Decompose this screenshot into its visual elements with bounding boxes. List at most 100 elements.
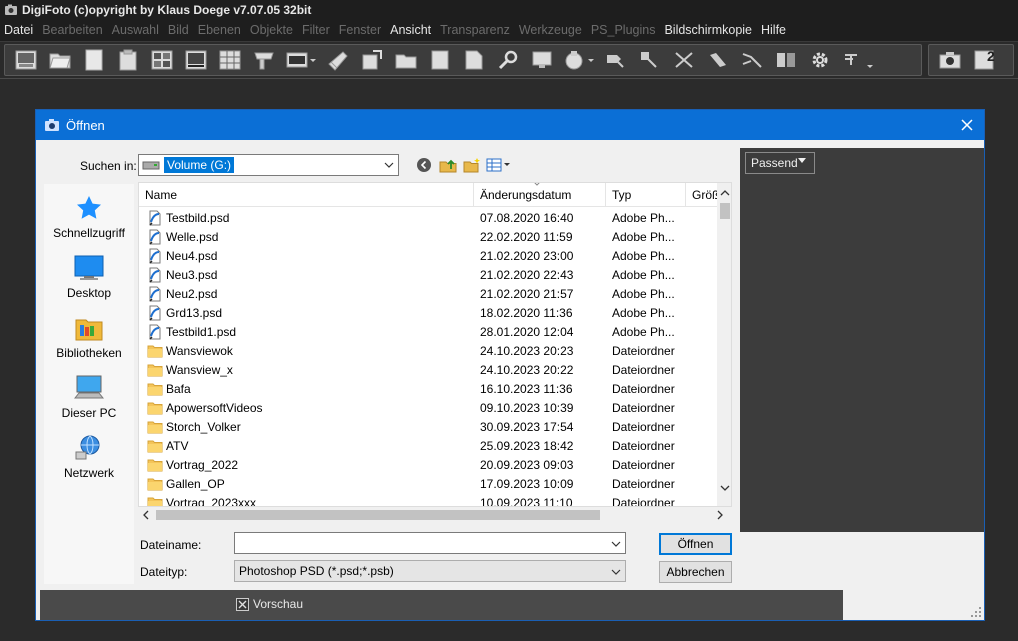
film-strip-button[interactable] bbox=[281, 46, 321, 74]
vertical-scrollbar[interactable] bbox=[717, 183, 731, 506]
column-header-size[interactable]: Größe bbox=[686, 183, 717, 207]
horizontal-scroll-thumb[interactable] bbox=[156, 510, 600, 520]
grid-button[interactable] bbox=[213, 46, 247, 74]
page-button[interactable] bbox=[423, 46, 457, 74]
tool-settings-button[interactable] bbox=[837, 46, 877, 74]
brush-button[interactable] bbox=[321, 46, 355, 74]
table-row[interactable]: Testbild1.psd 28.01.2020 12:04 Adobe Ph... bbox=[139, 322, 717, 341]
place-dieser-pc[interactable]: Dieser PC bbox=[44, 372, 134, 430]
photo-stack-button[interactable] bbox=[179, 46, 213, 74]
menu-bildschirmkopie[interactable]: Bildschirmkopie bbox=[660, 20, 757, 41]
drive-icon bbox=[142, 159, 160, 171]
chevron-down-icon[interactable] bbox=[384, 160, 394, 170]
place-label: Bibliotheken bbox=[56, 346, 122, 360]
computer-icon bbox=[73, 372, 105, 404]
menu-ebenen[interactable]: Ebenen bbox=[194, 20, 246, 41]
menu-hilfe[interactable]: Hilfe bbox=[757, 20, 791, 41]
tool-distort-button[interactable] bbox=[735, 46, 769, 74]
open-folder-button[interactable] bbox=[43, 46, 77, 74]
menu-bild[interactable]: Bild bbox=[164, 20, 194, 41]
lookin-combo[interactable]: Volume (G:) bbox=[138, 154, 399, 176]
menu-werkzeuge[interactable]: Werkzeuge bbox=[515, 20, 587, 41]
filetype-dropdown-icon[interactable] bbox=[611, 566, 621, 576]
app-camera-icon bbox=[4, 3, 18, 17]
scanner-button[interactable] bbox=[247, 46, 281, 74]
table-row[interactable]: Gallen_OP 17.09.2023 10:09 Dateiordner bbox=[139, 474, 717, 493]
table-row[interactable]: Wansviewok 24.10.2023 20:23 Dateiordner bbox=[139, 341, 717, 360]
filetype-select[interactable]: Photoshop PSD (*.psd;*.psb) bbox=[234, 560, 626, 582]
preview-checkbox[interactable]: Vorschau bbox=[236, 597, 303, 611]
menu-transparenz[interactable]: Transparenz bbox=[436, 20, 515, 41]
page-copy-button[interactable] bbox=[457, 46, 491, 74]
scroll-left-icon[interactable] bbox=[138, 507, 154, 523]
folder-button[interactable] bbox=[389, 46, 423, 74]
checkbox-checked-icon[interactable] bbox=[236, 597, 249, 611]
new-folder-icon[interactable] bbox=[460, 154, 484, 176]
table-row[interactable]: Grd13.psd 18.02.2020 11:36 Adobe Ph... bbox=[139, 303, 717, 322]
place-desktop[interactable]: Desktop bbox=[44, 252, 134, 310]
gear-icon[interactable] bbox=[803, 46, 837, 74]
menu-bearbeiten[interactable]: Bearbeiten bbox=[38, 20, 107, 41]
column-header-type[interactable]: Typ bbox=[606, 183, 686, 207]
file-name: Testbild.psd bbox=[166, 210, 230, 225]
menu-fenster[interactable]: Fenster bbox=[335, 20, 386, 41]
blank-page-button[interactable] bbox=[77, 46, 111, 74]
cancel-button[interactable]: Abbrechen bbox=[659, 561, 732, 583]
horizontal-scrollbar[interactable] bbox=[138, 507, 723, 523]
table-row[interactable]: Bafa 16.10.2023 11:36 Dateiordner bbox=[139, 379, 717, 398]
scroll-right-icon[interactable] bbox=[712, 507, 728, 523]
export-button[interactable] bbox=[355, 46, 389, 74]
fit-dropdown-icon[interactable] bbox=[798, 158, 806, 164]
new-image-button[interactable] bbox=[9, 46, 43, 74]
folder-icon bbox=[147, 476, 163, 492]
menu-objekte[interactable]: Objekte bbox=[246, 20, 298, 41]
vertical-scroll-thumb[interactable] bbox=[720, 203, 730, 219]
table-row[interactable]: Neu2.psd 21.02.2020 21:57 Adobe Ph... bbox=[139, 284, 717, 303]
search-icon[interactable] bbox=[491, 46, 525, 74]
table-row[interactable]: Testbild.psd 07.08.2020 16:40 Adobe Ph... bbox=[139, 208, 717, 227]
table-row[interactable]: Neu4.psd 21.02.2020 23:00 Adobe Ph... bbox=[139, 246, 717, 265]
file-list: Name Änderungsdatum Typ Größe Testbild.p… bbox=[138, 182, 732, 507]
column-header-name[interactable]: Name bbox=[139, 183, 474, 207]
menu-datei[interactable]: Datei bbox=[0, 20, 38, 41]
close-icon[interactable] bbox=[950, 110, 984, 140]
tool-move-button[interactable] bbox=[599, 46, 633, 74]
menu-auswahl[interactable]: Auswahl bbox=[108, 20, 164, 41]
filename-dropdown-icon[interactable] bbox=[611, 538, 621, 548]
resize-grip-icon[interactable] bbox=[970, 606, 982, 618]
table-row[interactable]: Wansview_x 24.10.2023 20:22 Dateiordner bbox=[139, 360, 717, 379]
scroll-down-icon[interactable] bbox=[717, 480, 731, 496]
table-row[interactable]: ApowersoftVideos 09.10.2023 10:39 Dateiord… bbox=[139, 398, 717, 417]
place-label: Netzwerk bbox=[63, 466, 114, 480]
tool-scale-button[interactable] bbox=[667, 46, 701, 74]
tool-split-button[interactable] bbox=[769, 46, 803, 74]
table-row[interactable]: Vortrag_2023xxx 10.09.2023 11:10 Dateiordn… bbox=[139, 493, 717, 506]
back-arrow-icon[interactable] bbox=[412, 154, 436, 176]
table-row[interactable]: ATV 25.09.2023 18:42 Dateiordner bbox=[139, 436, 717, 455]
print-button[interactable] bbox=[559, 46, 599, 74]
open-button[interactable]: Öffnen bbox=[659, 533, 732, 555]
file-name-cell: Vortrag_2022 bbox=[139, 457, 474, 473]
table-row[interactable]: Vortrag_2022 20.09.2023 09:03 Dateiordner bbox=[139, 455, 717, 474]
column-header-date[interactable]: Änderungsdatum bbox=[474, 183, 606, 207]
filename-input[interactable] bbox=[234, 532, 626, 554]
place-schnellzugriff[interactable]: Schnellzugriff bbox=[44, 192, 134, 250]
monitor-button[interactable] bbox=[525, 46, 559, 74]
up-folder-icon[interactable] bbox=[436, 154, 460, 176]
menu-ansicht[interactable]: Ansicht bbox=[386, 20, 436, 41]
view-menu-icon[interactable] bbox=[484, 154, 512, 176]
table-row[interactable]: Storch_Volker 30.09.2023 17:54 Dateiordner bbox=[139, 417, 717, 436]
page-two-button[interactable] bbox=[967, 46, 1001, 74]
tool-skew-button[interactable] bbox=[701, 46, 735, 74]
place-netzwerk[interactable]: Netzwerk bbox=[44, 432, 134, 490]
camera-icon[interactable] bbox=[933, 46, 967, 74]
table-row[interactable]: Neu3.psd 21.02.2020 22:43 Adobe Ph... bbox=[139, 265, 717, 284]
menu-filter[interactable]: Filter bbox=[298, 20, 335, 41]
table-row[interactable]: Welle.psd 22.02.2020 11:59 Adobe Ph... bbox=[139, 227, 717, 246]
tool-rotate-button[interactable] bbox=[633, 46, 667, 74]
grid-image-button[interactable] bbox=[145, 46, 179, 74]
scroll-up-icon[interactable] bbox=[717, 185, 731, 201]
place-bibliotheken[interactable]: Bibliotheken bbox=[44, 312, 134, 370]
menu-ps-plugins[interactable]: PS_Plugins bbox=[587, 20, 661, 41]
clipboard-button[interactable] bbox=[111, 46, 145, 74]
